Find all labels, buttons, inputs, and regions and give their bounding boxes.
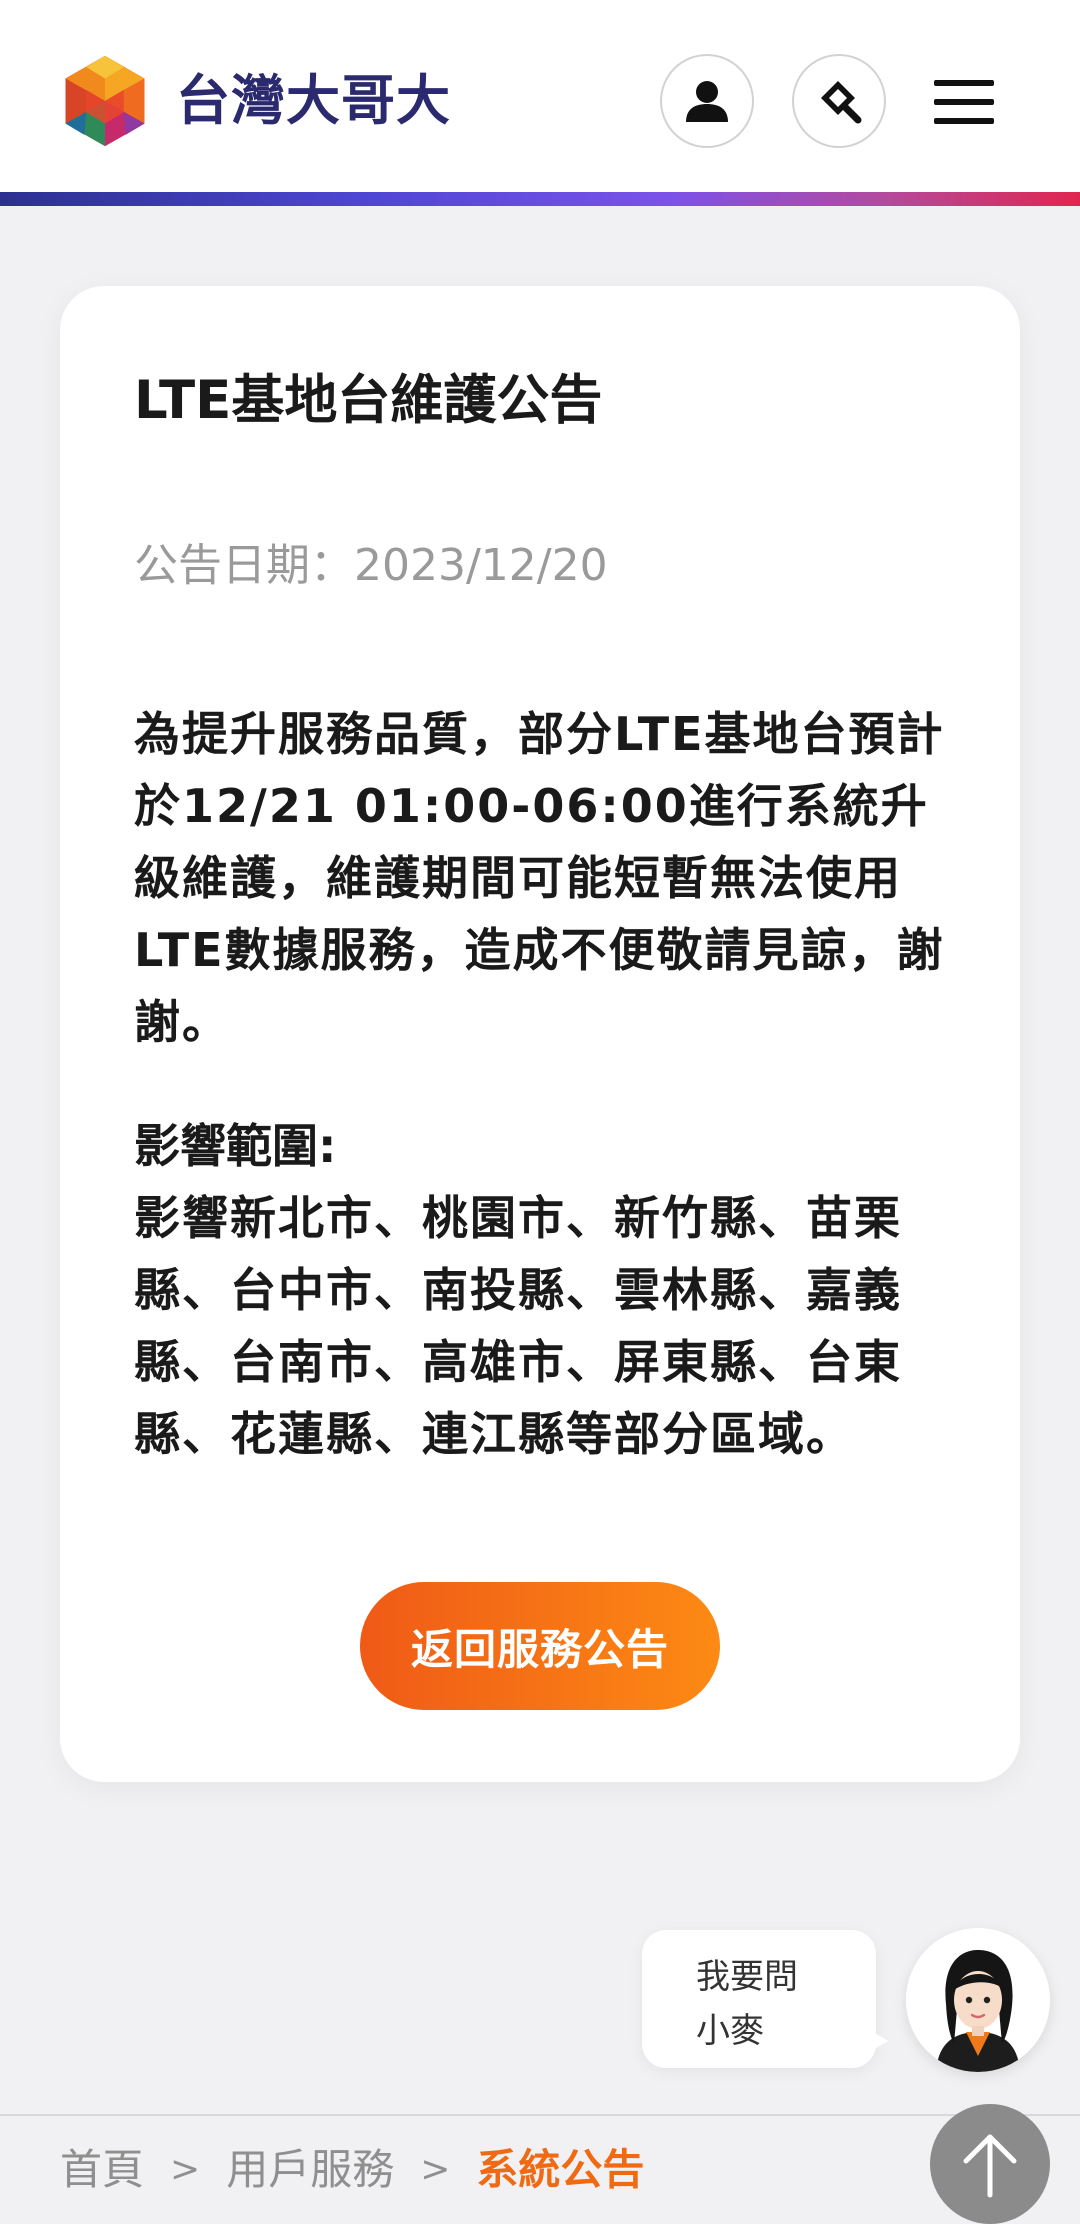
notice-card: LTE基地台維護公告 公告日期：2023/12/20 為提升服務品質，部分LTE…: [60, 286, 1020, 1782]
breadcrumb-current: 系統公告: [476, 2145, 645, 2194]
arrow-up-icon: [963, 2134, 1017, 2198]
notice-date-label: 公告日期：: [134, 540, 354, 591]
chevron-right-icon: >: [170, 2149, 201, 2190]
ask-assistant-bubble[interactable]: 我要問 小麥: [642, 1930, 876, 2068]
user-icon: [686, 81, 728, 122]
impact-body: 影響新北市、桃園市、新竹縣、苗栗縣、台中市、南投縣、雲林縣、嘉義縣、台南市、高雄…: [134, 1191, 902, 1461]
user-account-button[interactable]: [660, 54, 754, 148]
notice-body: 為提升服務品質，部分LTE基地台預計於12/21 01:00-06:00進行系統…: [134, 707, 945, 1049]
header-gradient-bar: [0, 192, 1080, 206]
back-to-notices-button[interactable]: 返回服務公告: [360, 1582, 720, 1710]
bubble-tail: [870, 2030, 888, 2052]
assistant-bubble-line1: 我要問: [696, 1957, 798, 1997]
breadcrumb-user-service-link[interactable]: 用戶服務: [226, 2140, 394, 2200]
breadcrumb: 首頁 > 用戶服務 > 系統公告: [60, 2140, 644, 2200]
hamburger-menu-icon[interactable]: [930, 74, 1000, 130]
assistant-avatar[interactable]: [906, 1928, 1050, 2072]
impact-heading: 影響範圍:: [134, 1119, 337, 1173]
search-button[interactable]: [792, 54, 886, 148]
breadcrumb-home-link[interactable]: 首頁: [60, 2140, 144, 2200]
footer-divider: [0, 2114, 1080, 2116]
brand-logo-icon[interactable]: [58, 54, 152, 148]
notice-date: 公告日期：2023/12/20: [134, 536, 608, 596]
search-icon: [821, 81, 862, 124]
brand-name[interactable]: 台灣大哥大: [176, 68, 451, 134]
scroll-to-top-button[interactable]: [930, 2104, 1050, 2224]
notice-title: LTE基地台維護公告: [134, 370, 603, 431]
chevron-right-icon: >: [420, 2149, 451, 2190]
notice-date-value: 2023/12/20: [354, 540, 608, 591]
assistant-bubble-line2: 小麥: [696, 2011, 764, 2051]
site-header: 台灣大哥大: [0, 0, 1080, 192]
